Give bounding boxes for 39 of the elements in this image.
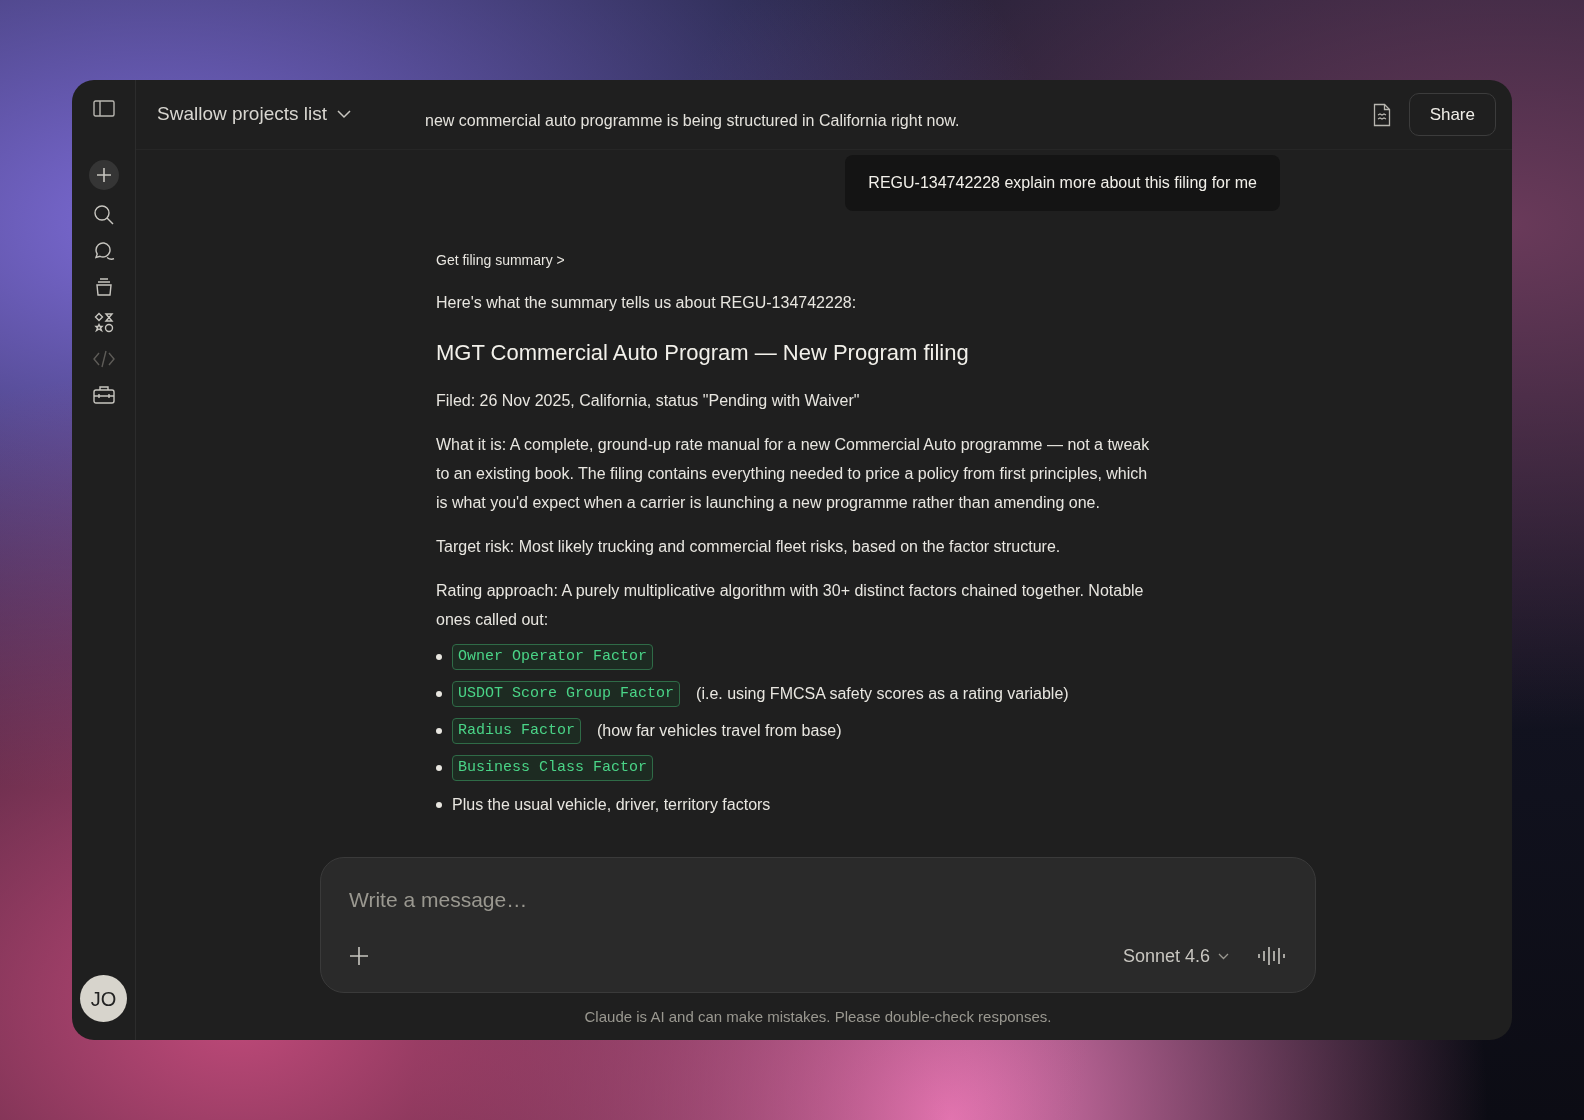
new-chat-button[interactable]	[88, 160, 119, 190]
chevron-down-icon	[1218, 952, 1229, 960]
response-paragraph: What it is: A complete, ground-up rate manual for a new Commercial Auto programme — not a tweak to an existing book. The filing contains everything needed to price a policy from first principles, which is what you'd expect when a carrier is launching a new programme rather than amending one.	[436, 435, 1151, 513]
bullet-icon	[436, 691, 442, 697]
list-item-text: Plus the usual vehicle, driver, territory factors	[452, 795, 771, 815]
message-text: new commercial auto programme is being structured in California right now.	[425, 110, 960, 131]
response-heading: MGT Commercial Auto Program — New Program filing	[436, 339, 970, 367]
share-button[interactable]: Share	[1408, 93, 1496, 136]
tool-call-link[interactable]: Get filing summary >	[436, 250, 1280, 271]
response-paragraph: Here's what the summary tells us about REGU-134742228:	[436, 293, 858, 313]
plus-icon	[95, 167, 112, 183]
bullet-icon	[436, 802, 442, 808]
disclaimer-text: Claude is AI and can make mistakes. Please double-check responses.	[583, 1006, 1053, 1027]
search-icon[interactable]	[92, 204, 115, 226]
response-paragraph: Filed: 26 Nov 2025, California, status "Pending with Waiver"	[436, 391, 861, 411]
bullet-icon	[436, 654, 442, 660]
list-item-text: (i.e. using FMCSA safety scores as a rating variable)	[696, 684, 1069, 704]
chevron-down-icon	[337, 110, 351, 119]
code-tag: Radius Factor	[452, 717, 582, 745]
list-item-text: (how far vehicles travel from base)	[597, 721, 842, 741]
toolbox-icon[interactable]	[92, 384, 115, 406]
response-paragraph: Target risk: Most likely trucking and commercial fleet risks, based on the factor structure.	[436, 537, 1062, 557]
sidebar-toggle-icon[interactable]	[92, 100, 115, 118]
voice-icon[interactable]	[1257, 946, 1287, 966]
plus-icon[interactable]	[349, 946, 369, 966]
code-tag: Business Class Factor	[452, 754, 654, 782]
chats-icon[interactable]	[92, 240, 115, 262]
model-selector[interactable]: Sonnet 4.6	[1122, 942, 1229, 970]
project-selector[interactable]: Swallow projects list	[157, 100, 351, 129]
bullet-icon	[436, 765, 442, 771]
message-input[interactable]: Write a message…	[349, 883, 1287, 915]
response-paragraph: Rating approach: A purely multiplicative algorithm with 30+ distinct factors chained together. Notable ones called out:	[436, 581, 1145, 630]
shapes-icon[interactable]	[92, 312, 115, 334]
user-avatar[interactable]: JO	[80, 975, 127, 1022]
code-tag: USDOT Score Group Factor	[452, 680, 681, 708]
user-message: REGU-134742228 explain more about this filing for me	[845, 155, 1280, 211]
document-icon[interactable]	[1372, 102, 1391, 127]
code-tag: Owner Operator Factor	[452, 643, 654, 671]
bullet-icon	[436, 728, 442, 734]
